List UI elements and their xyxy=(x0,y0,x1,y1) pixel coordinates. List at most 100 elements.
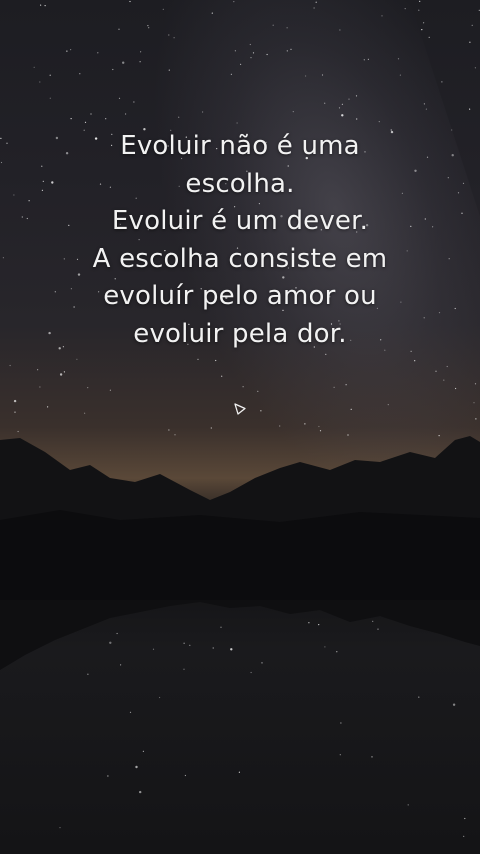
star xyxy=(372,620,374,622)
star xyxy=(411,621,414,624)
star xyxy=(129,711,132,713)
star xyxy=(120,664,122,666)
star xyxy=(418,9,420,11)
star xyxy=(286,27,288,29)
star xyxy=(455,387,457,390)
star xyxy=(212,647,214,649)
star xyxy=(118,28,120,30)
star xyxy=(341,114,344,117)
star xyxy=(266,53,268,56)
star xyxy=(252,52,255,54)
star xyxy=(304,423,306,425)
star xyxy=(250,57,252,59)
quote-line: A escolha consiste em xyxy=(92,243,388,274)
star xyxy=(336,651,338,653)
quote-line: evoluír pelo amor ou xyxy=(103,281,377,311)
star xyxy=(135,765,138,769)
star xyxy=(14,411,16,413)
star xyxy=(441,81,443,83)
star xyxy=(211,12,213,14)
mountain-shadow-layer xyxy=(0,510,480,600)
star xyxy=(347,434,349,436)
star xyxy=(434,616,436,619)
star xyxy=(371,756,373,758)
star xyxy=(324,102,326,104)
star xyxy=(70,49,72,51)
star xyxy=(474,67,476,69)
star xyxy=(438,435,440,437)
star xyxy=(355,95,358,97)
quote-line: Evoluir é um dever. xyxy=(111,206,369,236)
star xyxy=(236,122,238,124)
star xyxy=(152,648,155,650)
star xyxy=(315,1,317,3)
star xyxy=(0,161,3,164)
video-story-screen[interactable]: Evoluir não é uma escolha. Evoluir é um … xyxy=(0,0,480,854)
star xyxy=(243,603,246,605)
play-triangle-outline-icon[interactable] xyxy=(232,401,248,417)
star xyxy=(230,648,233,651)
star xyxy=(39,81,41,83)
star xyxy=(112,68,114,71)
star xyxy=(40,4,42,6)
star xyxy=(260,410,262,412)
star xyxy=(233,1,235,3)
star xyxy=(377,628,379,630)
star xyxy=(443,379,445,381)
star xyxy=(116,632,118,635)
star xyxy=(367,58,369,60)
star xyxy=(290,48,292,50)
star xyxy=(407,804,409,806)
star xyxy=(47,406,49,408)
star xyxy=(318,624,320,626)
star xyxy=(345,384,347,386)
star xyxy=(173,37,175,39)
star xyxy=(0,137,2,139)
star xyxy=(168,34,170,36)
star xyxy=(474,383,477,385)
star xyxy=(356,118,358,120)
star xyxy=(122,61,125,64)
star xyxy=(305,75,307,77)
star xyxy=(39,386,41,388)
star xyxy=(59,373,63,376)
star xyxy=(139,61,141,63)
star xyxy=(473,402,475,404)
star xyxy=(44,5,46,7)
star xyxy=(418,696,420,698)
star xyxy=(202,111,204,113)
star xyxy=(125,113,127,115)
star xyxy=(139,790,142,794)
star xyxy=(9,364,11,367)
star xyxy=(435,370,437,372)
star xyxy=(286,50,288,52)
star xyxy=(238,771,240,773)
star xyxy=(475,418,477,420)
star xyxy=(240,63,242,65)
star xyxy=(28,200,30,202)
star xyxy=(448,258,450,260)
star xyxy=(97,52,99,54)
star xyxy=(446,365,448,368)
star xyxy=(325,353,327,355)
star xyxy=(363,59,365,61)
star xyxy=(109,641,112,644)
star xyxy=(451,154,454,157)
star xyxy=(461,212,463,214)
star xyxy=(404,8,406,10)
star xyxy=(462,182,465,184)
star xyxy=(463,835,465,838)
star xyxy=(471,24,473,26)
star xyxy=(13,399,17,403)
star xyxy=(230,73,232,75)
star xyxy=(79,73,81,75)
star xyxy=(76,358,78,360)
star xyxy=(308,622,310,624)
star xyxy=(454,307,456,310)
star xyxy=(118,97,121,99)
star xyxy=(189,644,191,646)
star xyxy=(350,408,352,410)
star xyxy=(414,360,416,362)
star xyxy=(49,74,51,76)
star xyxy=(242,386,244,388)
